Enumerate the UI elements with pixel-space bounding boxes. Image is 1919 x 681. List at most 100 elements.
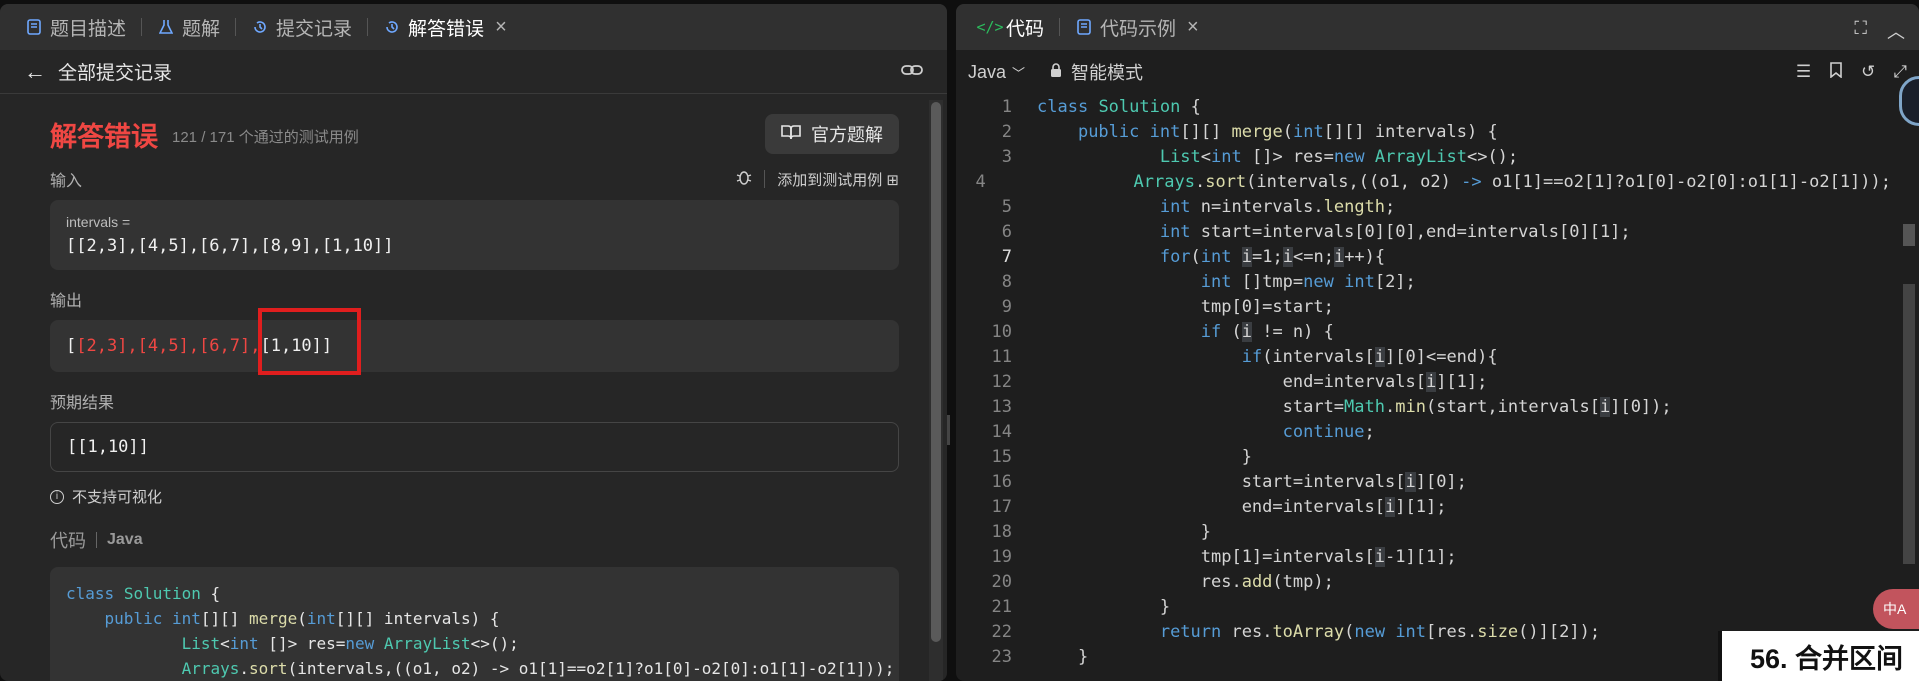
tab-solutions-label: 题解	[182, 18, 221, 40]
tab-description-label: 题目描述	[50, 18, 127, 40]
maximize-icon[interactable]: ⛶	[1854, 18, 1867, 44]
output-bracket: [	[66, 336, 77, 356]
flask-icon	[157, 18, 175, 36]
add-to-testcase-button[interactable]: 添加到测试用例 ⊞	[777, 169, 899, 190]
line-number: 2	[1001, 121, 1012, 142]
tab-divider	[235, 18, 237, 36]
lock-icon	[1049, 62, 1063, 83]
input-actions: 添加到测试用例 ⊞	[736, 168, 899, 190]
input-box: intervals = [[2,3],[4,5],[6,7],[8,9],[1,…	[50, 200, 899, 270]
output-diff: [2,3],[4,5],[6,7],	[76, 336, 261, 356]
line-number: 18	[991, 521, 1012, 542]
expected-value: [[1,10]]	[67, 437, 149, 457]
history-icon	[383, 18, 401, 36]
document-icon	[25, 18, 43, 36]
line-number: 1	[1001, 96, 1012, 117]
code-label: 代码	[50, 531, 86, 551]
debug-icon[interactable]	[736, 168, 752, 190]
tab-description[interactable]: 题目描述	[14, 4, 137, 50]
tab-code-examples-label: 代码示例	[1100, 18, 1177, 40]
line-number: 15	[991, 446, 1012, 467]
info-icon: i	[50, 489, 64, 504]
testcase-count: 121 / 171 个通过的测试用例	[172, 128, 359, 146]
book-icon	[781, 124, 801, 145]
line-number: 16	[991, 471, 1012, 492]
divider	[96, 532, 97, 548]
reset-icon[interactable]: ↺	[1861, 62, 1875, 83]
collapse-icon[interactable]: ︿	[1887, 18, 1905, 44]
close-icon[interactable]: ×	[495, 16, 507, 39]
line-number: 8	[1001, 271, 1012, 292]
translate-button[interactable]: 中A	[1873, 589, 1919, 629]
editor-tools: ☰ ↺ ⤢	[1796, 62, 1907, 83]
scrollbar-thumb[interactable]	[931, 102, 941, 642]
expected-box: [[1,10]]	[50, 422, 899, 472]
right-tab-bar: </> 代码 代码示例 × ⛶ ︿	[956, 4, 1919, 50]
result-status: 解答错误	[50, 121, 158, 152]
problem-panel: 题目描述 题解 提交记录 解答错误 × ← 全部提交记录 解答错误 121 / …	[0, 4, 947, 681]
official-solution-button[interactable]: 官方题解	[765, 114, 899, 154]
tab-solutions[interactable]: 题解	[146, 4, 231, 50]
fullscreen-icon[interactable]: ⤢	[1893, 62, 1907, 83]
tab-wrong-answer[interactable]: 解答错误 ×	[372, 4, 518, 50]
input-header: 输入 添加到测试用例 ⊞	[50, 164, 899, 194]
format-icon[interactable]: ☰	[1796, 62, 1811, 83]
document-icon	[1075, 18, 1093, 36]
problem-title-overlay: 56. 合并区间	[1718, 631, 1919, 681]
line-number: 20	[991, 571, 1012, 592]
language-select[interactable]: Java ﹀	[968, 62, 1025, 83]
output-box: [[2,3],[4,5],[6,7],[1,10]]	[50, 308, 899, 375]
output-header: 输出	[50, 284, 899, 314]
code-header: 代码 Java	[50, 527, 899, 553]
add-to-testcase-label: 添加到测试用例	[777, 171, 883, 189]
code-icon: </>	[976, 18, 1004, 36]
submitted-code: class Solution { public int[][] merge(in…	[50, 567, 899, 681]
result-header: 解答错误 121 / 171 个通过的测试用例 官方题解	[50, 114, 899, 154]
line-number: 23	[991, 646, 1012, 667]
smart-mode-toggle[interactable]: 智能模式	[1049, 59, 1143, 85]
smart-mode-label: 智能模式	[1071, 63, 1144, 83]
tab-code-examples[interactable]: 代码示例 ×	[1064, 4, 1210, 50]
output-label: 输出	[50, 293, 83, 310]
scrollbar-marker	[1903, 224, 1915, 246]
divider	[764, 170, 766, 188]
line-number: 12	[991, 371, 1012, 392]
history-icon	[251, 18, 269, 36]
official-solution-label: 官方题解	[811, 125, 883, 145]
link-icon[interactable]	[901, 61, 923, 83]
line-number: 4	[975, 171, 986, 192]
code-panel: </> 代码 代码示例 × ⛶ ︿ Java ﹀ 智能模式 ☰ ↺ ⤢ 1 cl…	[956, 4, 1919, 681]
line-number: 17	[991, 496, 1012, 517]
back-to-submissions-link[interactable]: 全部提交记录	[58, 58, 172, 85]
panel-resize-handle[interactable]	[947, 415, 950, 445]
problem-title: 56. 合并区间	[1750, 643, 1904, 674]
line-number: 6	[1001, 221, 1012, 242]
expected-header: 预期结果	[50, 386, 899, 416]
bookmark-icon[interactable]	[1829, 61, 1843, 83]
input-value: [[2,3],[4,5],[6,7],[8,9],[1,10]]	[66, 236, 394, 256]
arrow-left-icon[interactable]: ←	[24, 59, 46, 85]
translate-label: 中A	[1883, 601, 1907, 617]
editor-toolbar: Java ﹀ 智能模式 ☰ ↺ ⤢	[956, 50, 1919, 94]
tab-submissions-label: 提交记录	[276, 18, 353, 40]
visualization-hint-text: 不支持可视化	[72, 489, 163, 506]
tab-code-label: 代码	[1006, 18, 1045, 40]
line-number: 9	[1001, 296, 1012, 317]
line-number: 13	[991, 396, 1012, 417]
line-number: 7	[1001, 246, 1012, 267]
tab-wrong-answer-label: 解答错误	[408, 18, 485, 40]
chevron-down-icon: ﹀	[1012, 65, 1026, 81]
left-scrollbar[interactable]	[929, 100, 943, 681]
code-editor[interactable]: 1 class Solution { 2 public int[][] merge…	[956, 94, 1891, 681]
input-label: 输入	[50, 173, 83, 190]
line-number: 3	[1001, 146, 1012, 167]
tab-submissions[interactable]: 提交记录	[240, 4, 363, 50]
line-number: 5	[1001, 196, 1012, 217]
tab-divider	[141, 18, 143, 36]
close-icon[interactable]: ×	[1187, 16, 1199, 39]
line-number: 21	[991, 596, 1012, 617]
panel-window-controls: ⛶ ︿	[1854, 18, 1905, 44]
tab-code[interactable]: </> 代码	[970, 4, 1055, 50]
scrollbar-thumb[interactable]	[1903, 284, 1915, 564]
visualization-hint: i 不支持可视化	[50, 486, 899, 507]
